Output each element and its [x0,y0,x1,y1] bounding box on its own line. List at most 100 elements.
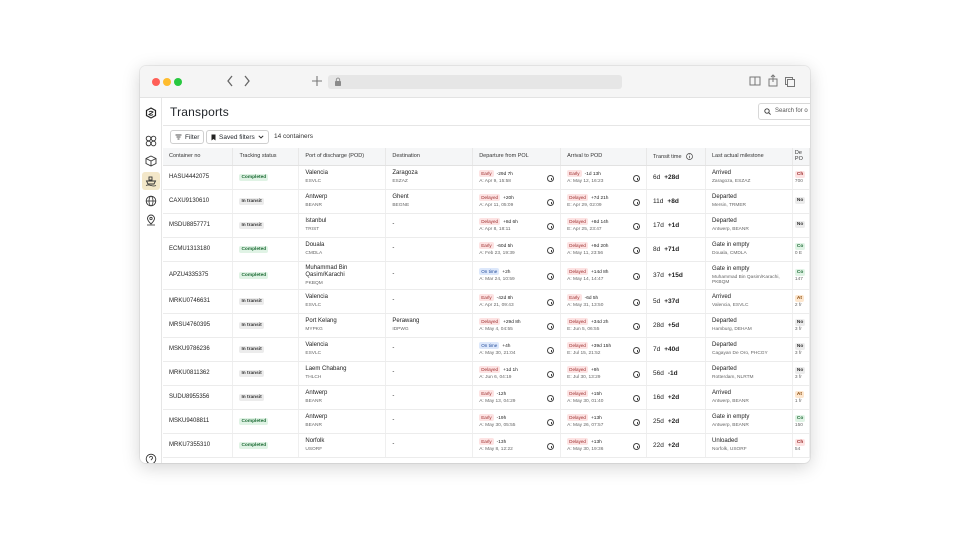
col-pod-status[interactable]: De PO [792,148,810,166]
container-no-cell[interactable]: HASU4442075 [163,165,234,190]
filter-button[interactable]: Filter [170,130,205,144]
container-no-cell[interactable]: MRKU0811362 [163,361,234,386]
destination-cell: - [385,237,474,262]
table-row[interactable]: MRKU7355310 Completed Norfolk USORF - Early -1… [163,433,810,458]
container-no-cell[interactable]: SUDU8955356 [163,385,234,410]
transit-time-cell: 11d +8d [646,189,706,214]
pod-status-cell: Ch 700 [792,165,810,190]
container-no-cell[interactable]: MRKU7355310 [163,433,234,458]
arrival-cell: Delayed +7d 21h E: Apr 29, 02:09 [560,189,648,214]
table-row[interactable]: MSKU9786236 In transit Valencia ESVLC - On ti… [163,337,810,362]
destination-cell: Zaragoza ESZAZ [385,165,474,190]
departure-cell: Early -29d 7h A: Apr 9, 15:58 [472,165,562,190]
ship-icon[interactable] [142,172,160,190]
info-icon[interactable] [633,419,641,426]
pod-cell: Laem Chabang THLCH [298,361,387,386]
col-container-no[interactable]: Container no [163,148,234,166]
info-icon[interactable] [633,199,641,206]
info-icon[interactable] [633,323,641,330]
destination-cell: Perawang IDPWG [385,313,474,338]
col-transit-time[interactable]: Transit time [646,148,706,166]
logo-icon[interactable] [142,104,160,122]
tracking-status-cell: Completed [232,261,300,290]
book-icon[interactable] [749,74,761,88]
globe-icon[interactable] [142,192,160,210]
info-icon[interactable] [633,443,641,450]
departure-tag: On time [479,342,500,349]
minimize-window-button[interactable] [163,78,171,86]
pod-status-cell: No 3 fr [792,337,810,362]
app-sidebar [140,98,162,463]
help-icon[interactable] [142,450,160,463]
table-row[interactable]: CAXU9130610 In transit Antwerp BEANR Ghent BE… [163,189,810,214]
transit-time-cell: 7d +40d [646,337,706,362]
container-no-cell[interactable]: MSKU9408811 [163,409,234,434]
search-input[interactable]: Search for o [758,103,810,120]
filter-icon [175,134,182,140]
status-badge: Completed [239,441,269,449]
table-row[interactable]: HASU4442075 Completed Valencia ESVLC Zaragoz… [163,165,810,190]
close-window-button[interactable] [152,78,160,86]
address-bar[interactable] [328,75,622,89]
info-icon[interactable] [633,247,641,254]
col-arrival[interactable]: Arrival to POD [560,148,648,166]
table-row[interactable]: MRKU0811362 In transit Laem Chabang THLCH - D… [163,361,810,386]
dashboard-icon[interactable] [142,132,160,150]
col-pod[interactable]: Port of discharge (POD) [298,148,387,166]
destination-cell: - [385,385,474,410]
table-row[interactable]: ECMU1313180 Completed Douala CMDLA - Early -60… [163,237,810,262]
box-icon[interactable] [142,152,160,170]
container-no-cell[interactable]: CAXU9130610 [163,189,234,214]
table-row[interactable]: MRSU4760395 In transit Port Kelang MYPKG Per… [163,313,810,338]
location-icon[interactable] [142,211,160,229]
pod-cell: Norfolk USORF [298,433,387,458]
table-row[interactable]: MSKU9408811 Completed Antwerp BEANR - Early -1… [163,409,810,434]
last-milestone-cell: Arrived Zaragoza, ESZAZ [705,165,793,190]
tracking-status-cell: Completed [232,237,300,262]
info-icon[interactable] [633,175,641,182]
table-row[interactable]: SUDU8955356 In transit Antwerp BEANR - Early -… [163,385,810,410]
pod-cell: Istanbul TRIST [298,213,387,238]
departure-tag: Early [479,390,494,397]
arrival-tag: Delayed [567,218,588,225]
forward-icon[interactable] [243,74,251,88]
last-milestone-cell: Departed Hamburg, DEHAM [705,313,793,338]
container-no-cell[interactable]: MRKU0746631 [163,289,234,314]
status-badge: In transit [239,297,264,305]
info-icon[interactable] [633,223,641,230]
info-icon[interactable] [686,152,693,160]
departure-cell: Delayed +20h A: Apr 11, 05:09 [472,189,562,214]
table-row[interactable]: APZU4335375 Completed Muhammad Bin Qasim/K… [163,261,810,290]
tracking-status-cell: In transit [232,189,300,214]
table-row[interactable]: MRKU0746631 In transit Valencia ESVLC - Early… [163,289,810,314]
col-destination[interactable]: Destination [385,148,474,166]
info-icon[interactable] [633,371,641,378]
container-no-cell[interactable]: ECMU1313180 [163,237,234,262]
page-title: Transports [170,105,229,119]
destination-cell: - [385,289,474,314]
info-icon[interactable] [633,347,641,354]
saved-filters-button[interactable]: Saved filters [206,130,269,144]
container-no-cell[interactable]: MRSU4760395 [163,313,234,338]
container-no-cell[interactable]: APZU4335375 [163,261,234,290]
transit-time-cell: 28d +5d [646,313,706,338]
table-row[interactable]: MSDU8857771 In transit Istanbul TRIST - Delay… [163,213,810,238]
maximize-window-button[interactable] [174,78,182,86]
container-no-cell[interactable]: MSKU9786236 [163,337,234,362]
departure-cell: Early -42d 8h A: Apr 21, 09:43 [472,289,562,314]
share-icon[interactable] [767,74,779,88]
copy-icon[interactable] [784,74,796,88]
container-no-cell[interactable]: MSDU8857771 [163,213,234,238]
info-icon[interactable] [633,395,641,402]
add-tab-icon[interactable] [311,74,323,88]
info-icon[interactable] [633,299,641,306]
info-icon[interactable] [633,273,641,280]
col-departure[interactable]: Departure from POL [472,148,562,166]
back-icon[interactable] [226,74,234,88]
col-tracking-status[interactable]: Tracking status [232,148,300,166]
col-last-milestone[interactable]: Last actual milestone [705,148,793,166]
departure-cell: Early -60d 5h A: Feb 23, 19:39 [472,237,562,262]
status-badge: Completed [239,417,269,425]
departure-tag: Delayed [479,218,501,225]
pod-cell: Douala CMDLA [298,237,387,262]
